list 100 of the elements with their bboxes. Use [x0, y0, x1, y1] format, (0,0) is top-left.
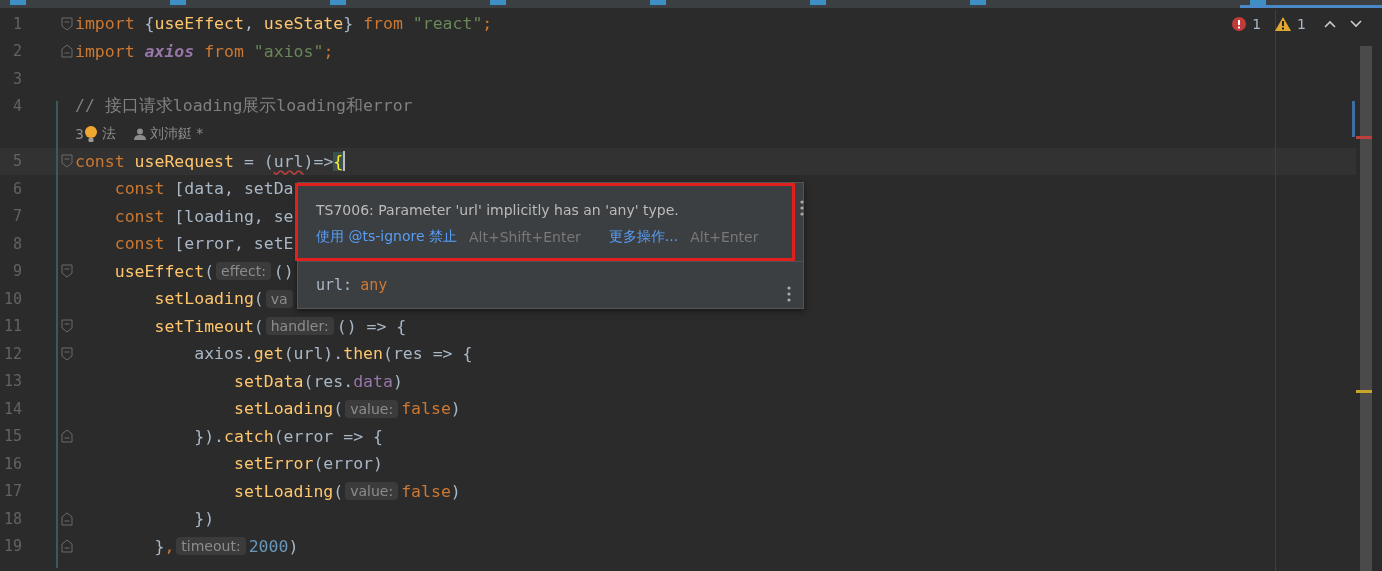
code-token: axios. — [193, 344, 254, 364]
code-token: useState — [263, 14, 344, 34]
code-token: () — [273, 261, 294, 281]
code-token: } — [343, 14, 355, 34]
code-token: setTimeout — [153, 316, 254, 336]
code-token: , — [164, 536, 175, 556]
code-token: ( — [204, 261, 215, 281]
text-cursor — [343, 151, 346, 172]
code-token: useRequest — [134, 151, 234, 171]
code-token: data — [353, 371, 393, 391]
fold-icon[interactable] — [61, 264, 73, 279]
line-number: 8 — [11, 234, 22, 253]
code-token: }) — [193, 509, 215, 529]
code-token: [loading, se — [174, 206, 294, 226]
line-number: 1 — [11, 14, 22, 33]
code-token: from — [203, 41, 245, 61]
warning-marker[interactable] — [1356, 390, 1372, 393]
author-name[interactable]: 刘沛鋌 * — [149, 124, 204, 143]
code-token: }). — [193, 426, 224, 446]
code-token: setError — [232, 454, 314, 474]
quick-fix-link[interactable]: 使用 @ts-ignore 禁止 — [316, 228, 457, 246]
parameter-hint: va — [265, 289, 293, 308]
line-number: 18 — [2, 509, 22, 528]
code-token: axios — [144, 41, 195, 61]
fold-icon[interactable] — [61, 429, 73, 444]
line-number: 9 — [11, 262, 22, 281]
parameter-hint: handler: — [265, 317, 334, 336]
code-token: = ( — [242, 151, 274, 171]
shortcut-label: Alt+Enter — [690, 229, 759, 245]
fold-icon[interactable] — [61, 44, 73, 59]
fold-icon[interactable] — [61, 16, 73, 31]
code-token: ( — [253, 289, 264, 309]
file-icon — [330, 0, 346, 5]
code-token: then — [343, 344, 383, 364]
code-token: , — [243, 14, 255, 34]
code-token: false — [401, 481, 451, 501]
fold-icon[interactable] — [61, 539, 73, 554]
code-token: import — [75, 14, 136, 34]
file-icon — [650, 0, 666, 5]
code-token: ) — [392, 371, 403, 391]
code-token: setLoading — [153, 289, 254, 309]
line-number: 6 — [11, 179, 22, 198]
code-token: ( — [333, 399, 344, 419]
line-number: 7 — [11, 207, 22, 226]
parameter-hint: value: — [345, 482, 399, 501]
line-number: 19 — [2, 537, 22, 556]
lightbulb-icon[interactable] — [83, 124, 98, 143]
code-token: [data, setDa — [174, 179, 294, 199]
code-token: setLoading — [232, 481, 334, 501]
fold-icon[interactable] — [61, 154, 73, 169]
change-marker — [1352, 101, 1355, 137]
error-message: TS7006: Parameter 'url' implicitly has an 'any' type. — [316, 202, 680, 218]
quick-fix-link[interactable]: 更多操作... — [608, 228, 679, 246]
fold-icon[interactable] — [61, 511, 73, 526]
error-count[interactable]: 1 — [1252, 16, 1262, 32]
code-token: ; — [482, 14, 493, 34]
file-icon — [970, 0, 986, 5]
fold-icon[interactable] — [61, 319, 73, 334]
editor-tab[interactable] — [1240, 0, 1382, 8]
line-number: 4 — [11, 97, 22, 116]
code-token: (error => { — [273, 426, 383, 446]
code-token: (res => { — [383, 344, 473, 364]
matched-brace: { — [333, 151, 344, 171]
code-token: setLoading — [232, 399, 334, 419]
error-icon — [1232, 17, 1247, 31]
code-token: (res. — [303, 371, 354, 391]
usages-count[interactable]: 3 — [75, 125, 84, 142]
line-number: 10 — [2, 289, 22, 308]
file-icon — [1250, 0, 1266, 5]
code-token: get — [253, 344, 284, 364]
shortcut-label: Alt+Shift+Enter — [469, 229, 581, 245]
code-token: "react" — [412, 14, 483, 34]
line-number: 11 — [2, 317, 22, 336]
code-token: (url). — [283, 344, 344, 364]
code-token: 2000 — [248, 536, 289, 556]
file-icon — [490, 0, 506, 5]
scrollbar-track[interactable] — [1360, 46, 1372, 571]
code-token: useEffect — [154, 14, 244, 34]
code-token: )=> — [303, 151, 334, 171]
usages-label[interactable]: 法 — [101, 124, 116, 143]
parameter-name: url: — [316, 276, 353, 294]
line-number: 3 — [11, 69, 22, 88]
file-icon — [10, 0, 26, 5]
code-token: setData — [232, 371, 304, 391]
error-marker[interactable] — [1356, 136, 1372, 139]
code-token: ( — [253, 316, 264, 336]
code-token: useEffect — [113, 261, 205, 281]
more-icon[interactable] — [787, 286, 791, 302]
code-token: catch — [224, 426, 274, 446]
line-number: 2 — [11, 42, 22, 61]
code-token: "axios" — [253, 41, 324, 61]
code-token: false — [401, 399, 451, 419]
line-number: 12 — [2, 344, 22, 363]
more-icon[interactable] — [800, 200, 804, 216]
parameter-hint: timeout: — [176, 537, 246, 556]
code-token: } — [153, 536, 165, 556]
parameter-hint: value: — [345, 399, 399, 418]
fold-icon[interactable] — [61, 346, 73, 361]
code-token: const — [113, 206, 166, 226]
warning-count[interactable]: 1 — [1297, 16, 1306, 32]
